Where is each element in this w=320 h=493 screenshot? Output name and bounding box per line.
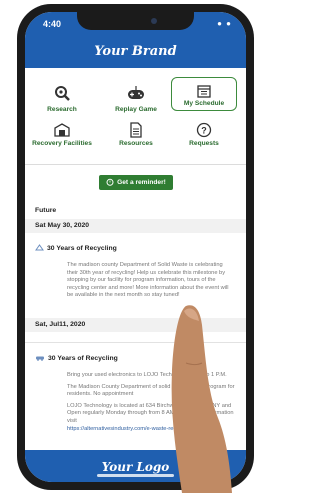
event-description: The madison county Department of Solid W… bbox=[67, 262, 235, 304]
section-future: Future bbox=[35, 207, 57, 214]
gamepad-icon bbox=[101, 84, 171, 106]
nav-research-label: Research bbox=[47, 106, 77, 113]
document-icon bbox=[101, 122, 171, 140]
event-title[interactable]: 30 Years of Recycling bbox=[35, 354, 118, 363]
event-title[interactable]: 30 Years of Recycling bbox=[35, 244, 117, 253]
alarm-clock-icon bbox=[106, 178, 114, 188]
date-header: Sat May 30, 2020 bbox=[25, 219, 246, 233]
nav-grid: Research Replay Game My Schedule Recover… bbox=[25, 72, 246, 168]
question-icon: ? bbox=[171, 122, 237, 140]
nav-divider bbox=[25, 164, 246, 165]
research-icon bbox=[27, 84, 97, 106]
svg-text:?: ? bbox=[201, 126, 207, 136]
status-icons: ● ● bbox=[217, 19, 232, 28]
nav-recovery-facilities-label: Recovery Facilities bbox=[32, 140, 92, 147]
nav-recovery-facilities[interactable]: Recovery Facilities bbox=[27, 122, 97, 147]
nav-resources[interactable]: Resources bbox=[101, 122, 171, 147]
nav-replay-game[interactable]: Replay Game bbox=[101, 84, 171, 113]
brand-title: Your Brand bbox=[94, 44, 177, 59]
camera-icon bbox=[151, 18, 157, 24]
recycle-icon bbox=[35, 244, 44, 253]
event-title-text: 30 Years of Recycling bbox=[47, 245, 117, 252]
nav-research[interactable]: Research bbox=[27, 84, 97, 113]
nav-replay-game-label: Replay Game bbox=[115, 106, 157, 113]
car-icon bbox=[35, 354, 45, 363]
phone-notch bbox=[77, 12, 194, 30]
nav-my-schedule-label: My Schedule bbox=[183, 100, 225, 107]
facility-icon bbox=[27, 122, 97, 140]
get-reminder-button[interactable]: Get a reminder! bbox=[99, 175, 173, 190]
event-description-text: The madison county Department of Solid W… bbox=[67, 262, 229, 299]
nav-requests-label: Requests bbox=[189, 140, 219, 147]
calendar-icon bbox=[172, 84, 236, 100]
hand-finger bbox=[171, 305, 232, 493]
nav-requests[interactable]: ? Requests bbox=[171, 122, 237, 147]
nav-my-schedule[interactable]: My Schedule bbox=[171, 77, 237, 111]
nav-resources-label: Resources bbox=[119, 140, 153, 147]
status-time: 4:40 bbox=[43, 19, 62, 29]
get-reminder-label: Get a reminder! bbox=[117, 179, 166, 186]
event-title-text: 30 Years of Recycling bbox=[48, 355, 118, 362]
